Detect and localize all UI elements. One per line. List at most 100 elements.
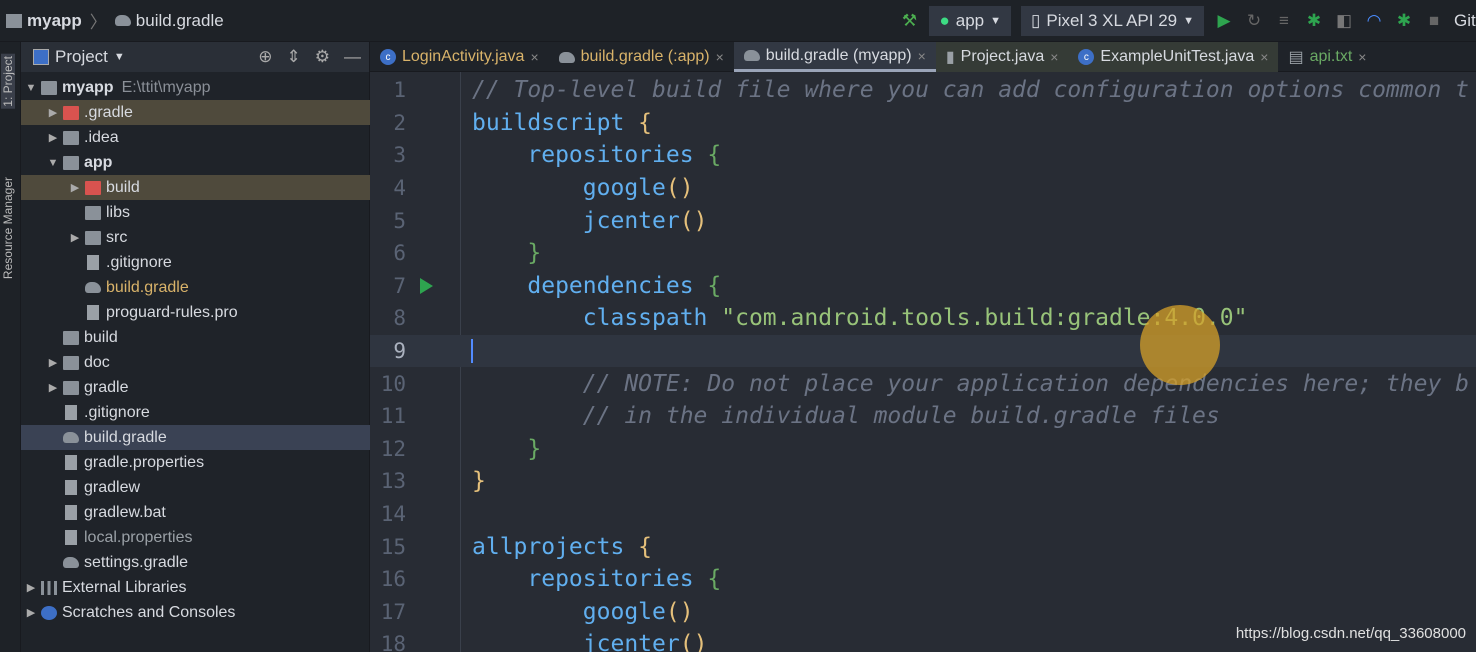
tree-item[interactable]: ▶ src [21,225,370,250]
code-line[interactable]: 15 allprojects { [370,530,1476,563]
tree-item-label: build.gradle [106,278,189,296]
tab-label: Project.java [960,48,1045,65]
tree-item[interactable]: ▼ app [21,150,370,175]
android-icon: ● [939,11,950,30]
editor-tab[interactable]: build.gradle (:app) × [549,42,734,72]
attach-debugger-icon[interactable]: ✱ [1394,11,1414,31]
tree-item[interactable]: ▶ .gradle [21,100,370,125]
close-icon[interactable]: × [530,49,538,65]
text-file-icon: ▤ [1288,49,1304,66]
code-line[interactable]: 12 } [370,433,1476,466]
chevron-right-icon[interactable]: ▶ [25,581,37,594]
code-line[interactable]: 5 jcenter() [370,204,1476,237]
chevron-right-icon[interactable]: ▶ [47,131,59,144]
code-line[interactable]: 10 // NOTE: Do not place your applicatio… [370,367,1476,400]
tree-item[interactable]: build.gradle [21,275,370,300]
folder-icon [85,230,101,245]
editor-tab[interactable]: c ExampleUnitTest.java × [1068,42,1279,72]
apply-code-changes-icon[interactable]: ≡ [1274,11,1294,31]
device-select[interactable]: ▯ Pixel 3 XL API 29 ▼ [1021,6,1204,36]
close-icon[interactable]: × [1050,49,1058,65]
file-icon [87,255,99,270]
tree-item[interactable]: libs [21,200,370,225]
close-icon[interactable]: × [1358,49,1366,65]
tree-item[interactable]: build.gradle [21,425,370,450]
line-number: 15 [380,534,406,559]
gradle-icon [85,282,101,293]
editor-tab[interactable]: ▮ Project.java × [935,42,1069,72]
chevron-right-icon[interactable]: ▶ [69,181,81,194]
code-line[interactable]: 2 buildscript { [370,107,1476,140]
project-toolwindow-button[interactable]: 1: Project [1,54,15,109]
code-line[interactable]: 16 repositories { [370,563,1476,596]
chevron-down-icon[interactable]: ▼ [25,82,37,94]
line-number: 6 [393,241,406,266]
coverage-icon[interactable]: ◧ [1334,11,1354,31]
tree-item[interactable]: ▶ .idea [21,125,370,150]
code-line[interactable]: 3 repositories { [370,139,1476,172]
run-gutter-icon[interactable] [420,278,433,294]
gradle-icon [114,15,131,26]
tree-item[interactable]: ▶ build [21,175,370,200]
code-line[interactable]: 6 } [370,237,1476,270]
resource-manager-button[interactable]: Resource Manager [1,177,15,279]
line-number: 5 [393,208,406,233]
tree-item[interactable]: gradlew.bat [21,500,370,525]
code-editor[interactable]: 1 // Top-level build file where you can a… [370,72,1476,652]
code-line[interactable]: 17 google() [370,596,1476,629]
profile-icon[interactable]: ◠ [1364,11,1384,31]
project-panel: Project ▼ ⊕ ⇕ ⚙ — ▼ myapp E:\ttit\myapp ▶ .gr… [21,42,370,652]
tree-item[interactable]: .gitignore [21,400,370,425]
tree-item[interactable]: ▶ gradle [21,375,370,400]
tree-item[interactable]: ▼ myapp E:\ttit\myapp [21,75,370,100]
tree-item-label: gradlew [84,478,141,496]
chevron-down-icon[interactable]: ▼ [47,157,59,169]
library-icon [41,580,57,595]
git-label[interactable]: Git: [1454,11,1476,31]
breadcrumb-project[interactable]: myapp [27,11,82,31]
code-line[interactable]: 13} [370,465,1476,498]
code-line[interactable]: 7 dependencies { [370,270,1476,303]
debug-icon[interactable]: ✱ [1304,11,1324,31]
code-line[interactable]: 14 [370,498,1476,531]
code-line[interactable]: 4 google() [370,172,1476,205]
code-line[interactable]: 1 // Top-level build file where you can a… [370,74,1476,107]
editor-tab[interactable]: c LoginActivity.java × [370,42,549,72]
chevron-right-icon[interactable]: ▶ [47,356,59,369]
editor-tab[interactable]: ▤ api.txt × [1278,42,1376,72]
folder-icon [63,130,79,145]
tree-item[interactable]: proguard-rules.pro [21,300,370,325]
editor-tab[interactable]: build.gradle (myapp) × [733,42,936,72]
scratches-icon [41,605,57,620]
tree-item-label: Scratches and Consoles [62,603,236,621]
tree-item[interactable]: ▶ External Libraries [21,575,370,600]
folder-icon [85,180,101,195]
code-line[interactable]: 11 // in the individual module build.gra… [370,400,1476,433]
folder-icon [63,355,79,370]
run-icon[interactable]: ▶ [1214,11,1234,31]
folder-icon [63,105,79,120]
apply-changes-icon[interactable]: ↻ [1244,11,1264,31]
close-icon[interactable]: × [716,49,724,65]
build-hammer-icon[interactable]: ⚒ [899,11,919,31]
breadcrumb-file[interactable]: build.gradle [136,11,224,31]
code-line[interactable]: 9 [370,334,1476,368]
tree-item[interactable]: ▶ Scratches and Consoles [21,600,370,625]
tree-item[interactable]: settings.gradle [21,550,370,575]
tree-item[interactable]: gradle.properties [21,450,370,475]
chevron-right-icon[interactable]: ▶ [47,106,59,119]
tree-item[interactable]: ▶ doc [21,350,370,375]
close-icon[interactable]: × [918,48,926,64]
chevron-right-icon[interactable]: ▶ [25,606,37,619]
chevron-right-icon[interactable]: ▶ [69,231,81,244]
class-icon: c [380,49,396,65]
run-config-select[interactable]: ● app ▼ [929,6,1012,36]
tree-item[interactable]: build [21,325,370,350]
tree-item[interactable]: local.properties [21,525,370,550]
chevron-right-icon[interactable]: ▶ [47,381,59,394]
close-icon[interactable]: × [1260,49,1268,65]
stop-icon[interactable]: ■ [1424,11,1444,31]
code-line[interactable]: 8 classpath "com.android.tools.build:gra… [370,302,1476,335]
tree-item[interactable]: .gitignore [21,250,370,275]
tree-item[interactable]: gradlew [21,475,370,500]
